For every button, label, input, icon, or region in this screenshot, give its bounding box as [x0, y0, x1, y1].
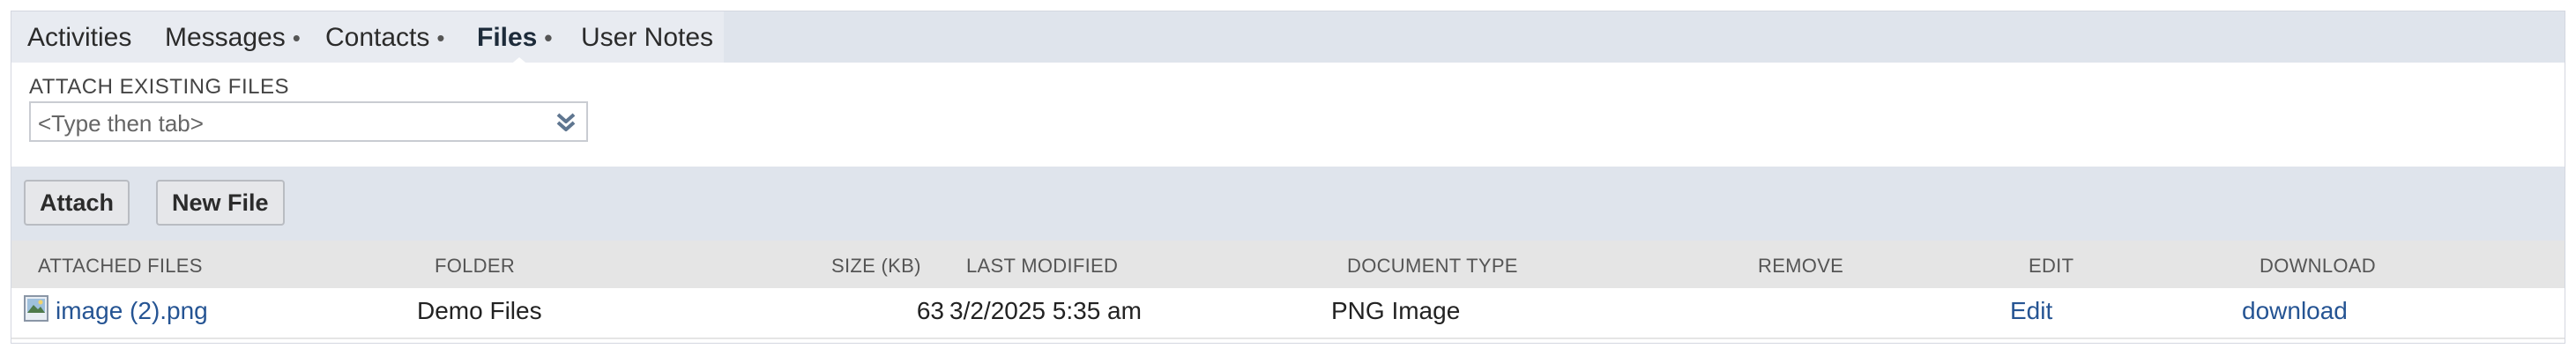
- tab-activities[interactable]: Activities: [27, 23, 131, 53]
- tab-contacts-label: Contacts: [325, 23, 430, 52]
- col-document-type[interactable]: DOCUMENT TYPE: [1347, 255, 1518, 278]
- tab-files-label: Files: [477, 23, 538, 52]
- file-folder: Demo Files: [417, 297, 542, 324]
- table-header: ATTACHED FILES FOLDER SIZE (KB) LAST MOD…: [11, 241, 2565, 288]
- button-bar: Attach New File: [11, 167, 2565, 241]
- tab-contacts-marker: •: [436, 25, 445, 51]
- table-row: image (2).png Demo Files 63 3/2/2025 5:3…: [11, 288, 2565, 339]
- col-last-modified[interactable]: LAST MODIFIED: [966, 255, 1118, 278]
- col-remove: REMOVE: [1758, 255, 1844, 277]
- tab-messages-marker: •: [292, 25, 301, 51]
- tab-messages[interactable]: Messages •: [165, 23, 301, 53]
- col-folder[interactable]: FOLDER: [435, 255, 515, 278]
- double-chevron-down-icon[interactable]: [553, 109, 579, 136]
- file-last-modified: 3/2/2025 5:35 am: [949, 297, 1142, 324]
- attach-existing-label: ATTACH EXISTING FILES: [29, 75, 289, 99]
- tab-files-marker: •: [544, 25, 553, 51]
- col-attached-files[interactable]: ATTACHED FILES: [38, 255, 203, 278]
- edit-link[interactable]: Edit: [2010, 297, 2052, 325]
- subtab-bar: Activities Messages • Contacts • Files • Us…: [11, 11, 2565, 66]
- col-edit: EDIT: [2029, 255, 2074, 277]
- file-name-link[interactable]: image (2).png: [56, 297, 208, 325]
- new-file-button[interactable]: New File: [156, 180, 285, 226]
- file-size: 63: [916, 297, 944, 324]
- attach-existing-select[interactable]: <Type then tab>: [29, 101, 588, 142]
- tab-files[interactable]: Files •: [477, 23, 552, 53]
- attach-existing-placeholder: <Type then tab>: [38, 110, 204, 137]
- tab-user-notes-label: User Notes: [581, 23, 714, 52]
- col-download: DOWNLOAD: [2260, 255, 2376, 277]
- files-subtab-panel: Activities Messages • Contacts • Files • Us…: [11, 11, 2565, 344]
- download-link[interactable]: download: [2242, 297, 2348, 325]
- attach-button[interactable]: Attach: [24, 180, 130, 226]
- col-size[interactable]: SIZE (KB): [831, 255, 921, 278]
- tab-user-notes[interactable]: User Notes: [581, 23, 713, 53]
- file-document-type: PNG Image: [1331, 297, 1461, 324]
- tab-contacts[interactable]: Contacts •: [325, 23, 445, 53]
- tab-activities-label: Activities: [27, 23, 132, 52]
- tab-messages-label: Messages: [165, 23, 286, 52]
- active-tab-indicator: [509, 57, 530, 66]
- image-file-icon: [24, 295, 48, 322]
- subtab-strip: Activities Messages • Contacts • Files • Us…: [11, 11, 724, 66]
